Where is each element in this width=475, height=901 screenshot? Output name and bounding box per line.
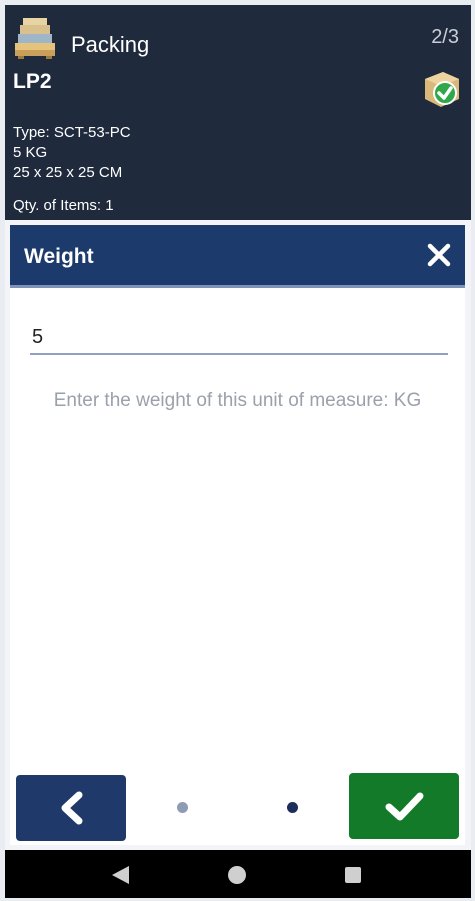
- license-plate-title: LP2: [13, 70, 52, 93]
- chevron-left-icon: [61, 791, 83, 825]
- dialog-navigation: [10, 770, 465, 841]
- dialog-title: Weight: [24, 245, 94, 268]
- pager-dot: [177, 802, 188, 813]
- package-weight: 5 KG: [13, 144, 48, 161]
- lp-header: Packing 2/3 LP2 Type: SCT-53-PC 5 KG 25 …: [5, 5, 471, 220]
- pallet-boxes-icon: [15, 18, 55, 59]
- system-home-icon[interactable]: [228, 866, 246, 884]
- confirm-button[interactable]: [349, 773, 459, 839]
- close-icon[interactable]: [423, 239, 455, 271]
- package-dimensions: 25 x 25 x 25 CM: [13, 164, 123, 181]
- back-button[interactable]: [16, 775, 126, 841]
- app-screen: Packing 2/3 LP2 Type: SCT-53-PC 5 KG 25 …: [5, 5, 471, 898]
- system-recent-apps-icon[interactable]: [345, 867, 361, 883]
- weight-dialog: Weight Enter the weight of this unit of …: [5, 220, 471, 850]
- page-counter: 2/3: [431, 26, 459, 48]
- box-check-icon[interactable]: [421, 69, 463, 109]
- app-title: Packing: [71, 32, 150, 57]
- item-quantity: Qty. of Items: 1: [13, 197, 114, 214]
- dialog-title-bar: Weight: [10, 225, 465, 288]
- dialog-body: Weight Enter the weight of this unit of …: [10, 225, 465, 845]
- android-navigation-bar: [5, 850, 471, 898]
- system-back-icon[interactable]: [109, 864, 131, 886]
- weight-input[interactable]: [30, 321, 448, 355]
- pager-dot-active: [287, 802, 298, 813]
- package-type: Type: SCT-53-PC: [13, 124, 131, 141]
- checkmark-icon: [385, 792, 424, 821]
- weight-hint: Enter the weight of this unit of measure…: [53, 390, 422, 411]
